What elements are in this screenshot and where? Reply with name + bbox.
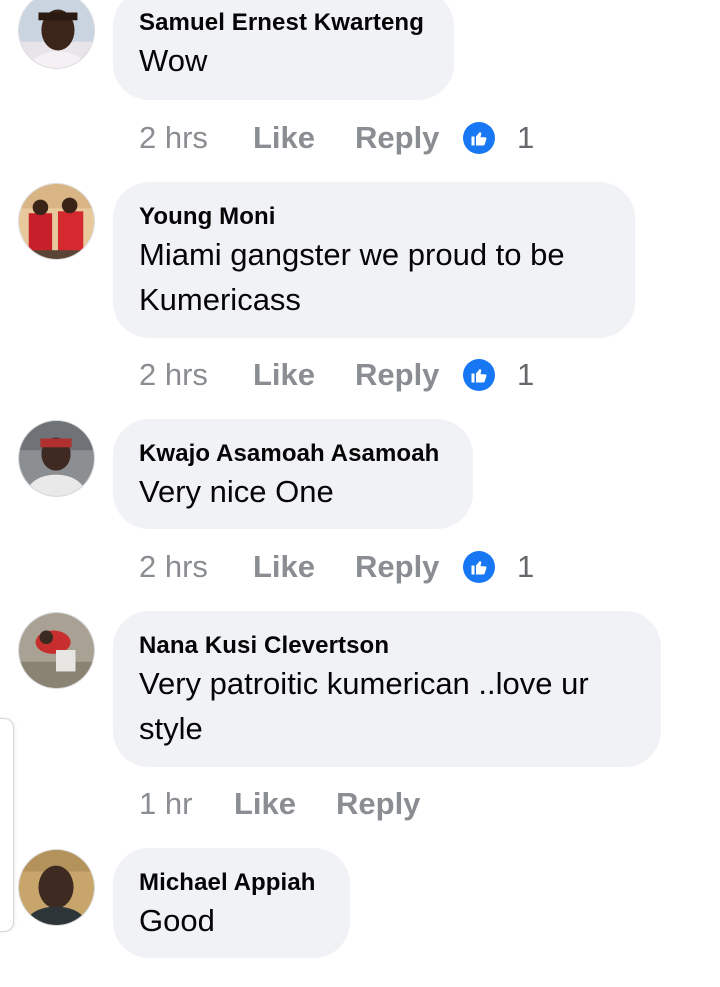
thumbs-up-icon (463, 359, 495, 391)
comment-actions: 2 hrs Like Reply 1 (139, 118, 534, 158)
comment-author[interactable]: Nana Kusi Clevertson (139, 631, 635, 661)
comment-timestamp[interactable]: 2 hrs (139, 357, 253, 393)
comment-timestamp[interactable]: 2 hrs (139, 120, 253, 156)
reaction-count: 1 (517, 357, 535, 392)
reply-button[interactable]: Reply (355, 549, 463, 585)
comment-timestamp[interactable]: 1 hr (139, 786, 234, 822)
thumbs-up-icon (463, 551, 495, 583)
comment-text: Very nice One (139, 474, 334, 509)
reaction-count: 1 (517, 549, 535, 584)
comment-bubble: Nana Kusi Clevertson Very patroitic kume… (113, 611, 661, 767)
avatar[interactable] (18, 612, 95, 689)
comment-text: Wow (139, 43, 208, 78)
reaction-summary[interactable]: 1 (463, 120, 534, 156)
avatar[interactable] (18, 849, 95, 926)
avatar[interactable] (18, 183, 95, 260)
reply-button[interactable]: Reply (355, 357, 463, 393)
comment-author[interactable]: Michael Appiah (139, 868, 324, 898)
comment-bubble: Kwajo Asamoah Asamoah Very nice One (113, 419, 473, 529)
avatar[interactable] (18, 420, 95, 497)
avatar[interactable] (18, 0, 95, 69)
thumbs-up-icon (463, 122, 495, 154)
side-panel-edge[interactable] (0, 718, 14, 932)
like-button[interactable]: Like (234, 786, 336, 822)
comment-author[interactable]: Samuel Ernest Kwarteng (139, 8, 428, 38)
comment-timestamp[interactable]: 2 hrs (139, 549, 253, 585)
like-button[interactable]: Like (253, 120, 355, 156)
comment-author[interactable]: Kwajo Asamoah Asamoah (139, 439, 447, 469)
comment-bubble: Michael Appiah Good (113, 848, 350, 958)
comment-text: Good (139, 903, 215, 938)
like-button[interactable]: Like (253, 357, 355, 393)
reply-button[interactable]: Reply (336, 786, 444, 822)
comment-actions: 1 hr Like Reply (139, 784, 444, 824)
reply-button[interactable]: Reply (355, 120, 463, 156)
reaction-summary[interactable]: 1 (463, 549, 534, 585)
comment-bubble: Young Moni Miami gangster we proud to be… (113, 182, 635, 338)
comment-text: Miami gangster we proud to be Kumericass (139, 237, 565, 317)
comment-author[interactable]: Young Moni (139, 202, 609, 232)
reaction-count: 1 (517, 120, 535, 155)
comment-actions: 2 hrs Like Reply 1 (139, 355, 534, 395)
like-button[interactable]: Like (253, 549, 355, 585)
reaction-summary[interactable]: 1 (463, 357, 534, 393)
comment-actions: 2 hrs Like Reply 1 (139, 547, 534, 587)
comment-bubble: Samuel Ernest Kwarteng Wow (113, 0, 454, 100)
comment-text: Very patroitic kumerican ..love ur style (139, 666, 589, 746)
